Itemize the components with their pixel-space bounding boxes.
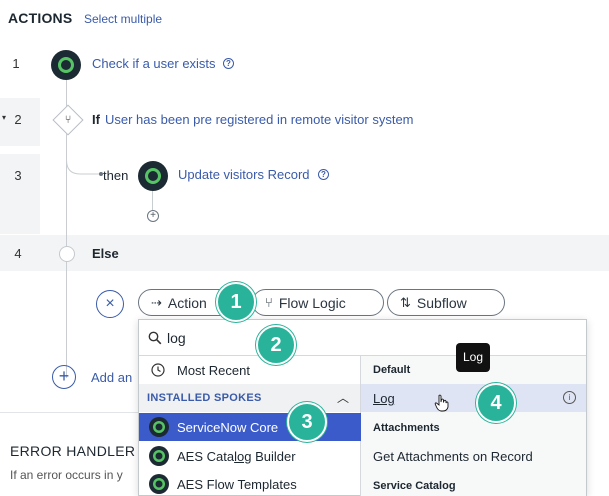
action-item-log[interactable]: Log i: [361, 384, 586, 412]
spoke-item-servicenow-core[interactable]: ServiceNow Core: [139, 413, 361, 441]
flow-logic-icon: ⑂: [265, 295, 273, 310]
step-badge: 4: [476, 383, 516, 423]
tooltip: Log: [456, 343, 490, 372]
help-icon[interactable]: ?: [223, 58, 234, 69]
collapse-caret-icon[interactable]: ▾: [2, 113, 6, 122]
actions-title: ACTIONS: [8, 10, 73, 26]
help-icon[interactable]: ?: [318, 169, 329, 180]
divider: [0, 412, 138, 413]
row-number: 4: [14, 246, 22, 261]
chevron-up-icon[interactable]: ︿: [337, 389, 349, 406]
spoke-item-aes-flow-templates[interactable]: AES Flow Templates: [139, 470, 360, 496]
servicenow-spoke-icon: [149, 417, 169, 437]
then-connector-line: [152, 190, 153, 210]
servicenow-spoke-icon: [149, 446, 169, 466]
error-handler-title: ERROR HANDLER: [10, 443, 136, 459]
then-keyword: then: [103, 168, 129, 183]
row-3-gutter: [0, 154, 40, 234]
spoke-label: AES Flow Templates: [177, 477, 297, 492]
add-step-plus-icon[interactable]: +: [147, 210, 159, 222]
hand-cursor-icon: [434, 394, 449, 412]
if-condition-label[interactable]: User has been pre registered in remote v…: [105, 112, 414, 127]
most-recent-item[interactable]: Most Recent: [139, 356, 360, 384]
action-item-label: Log: [373, 391, 395, 406]
clock-icon: [151, 363, 165, 377]
spokes-column: Most Recent INSTALLED SPOKES ︿ ServiceNo…: [139, 356, 361, 496]
servicenow-spoke-icon: [51, 50, 81, 80]
step-badge: 3: [287, 402, 327, 442]
action-check-user-exists[interactable]: Check if a user exists: [92, 56, 216, 71]
action-item-label: Get Attachments on Record: [373, 449, 533, 464]
spoke-label: AES Catalog Builder: [177, 449, 296, 464]
action-picker-dropdown: Most Recent INSTALLED SPOKES ︿ ServiceNo…: [138, 319, 587, 496]
installed-spokes-header[interactable]: INSTALLED SPOKES ︿: [139, 384, 360, 412]
search-icon: [148, 331, 162, 345]
add-action-plus-icon[interactable]: +: [52, 365, 76, 389]
if-keyword: If: [92, 112, 100, 127]
else-node-icon: [59, 246, 75, 262]
actions-column: Default Log i Attachments Get Attachment…: [361, 356, 586, 496]
then-branch-connector: [66, 130, 103, 176]
spoke-item-aes-catalog-builder[interactable]: AES Catalog Builder: [139, 442, 360, 470]
close-picker-button[interactable]: ×: [96, 290, 124, 318]
tab-flow-logic[interactable]: ⑂ Flow Logic: [252, 289, 384, 316]
tab-action-label: Action: [167, 294, 207, 311]
step-badge: 1: [216, 282, 256, 322]
section-header-attachments: Attachments: [373, 422, 440, 434]
most-recent-label: Most Recent: [177, 363, 250, 378]
row-number: 2: [14, 112, 22, 127]
action-item-get-attachments[interactable]: Get Attachments on Record: [361, 442, 586, 470]
else-keyword: Else: [92, 246, 119, 261]
installed-spokes-label: INSTALLED SPOKES: [147, 392, 262, 404]
tab-flow-logic-label: Flow Logic: [278, 294, 346, 311]
action-icon: ⇢: [151, 294, 162, 310]
info-icon[interactable]: i: [563, 391, 576, 404]
action-update-visitors-record[interactable]: Update visitors Record: [178, 167, 310, 182]
branch-icon: ⑂: [64, 114, 72, 126]
servicenow-spoke-icon: [149, 474, 169, 494]
select-multiple-link[interactable]: Select multiple: [84, 12, 162, 26]
servicenow-spoke-icon: [138, 161, 168, 191]
spoke-label: ServiceNow Core: [177, 420, 279, 435]
section-header-service-catalog: Service Catalog: [373, 480, 456, 492]
subflow-icon: ⇅: [400, 294, 411, 310]
tab-subflow-label: Subflow: [416, 294, 467, 311]
search-row: [139, 320, 586, 356]
error-handler-text: If an error occurs in y: [10, 468, 123, 482]
add-action-link[interactable]: Add an: [91, 370, 132, 385]
row-number: 1: [12, 56, 20, 71]
section-header-default: Default: [373, 364, 411, 376]
step-badge: 2: [256, 325, 296, 365]
row-number: 3: [14, 168, 22, 183]
tab-subflow[interactable]: ⇅ Subflow: [387, 289, 505, 316]
